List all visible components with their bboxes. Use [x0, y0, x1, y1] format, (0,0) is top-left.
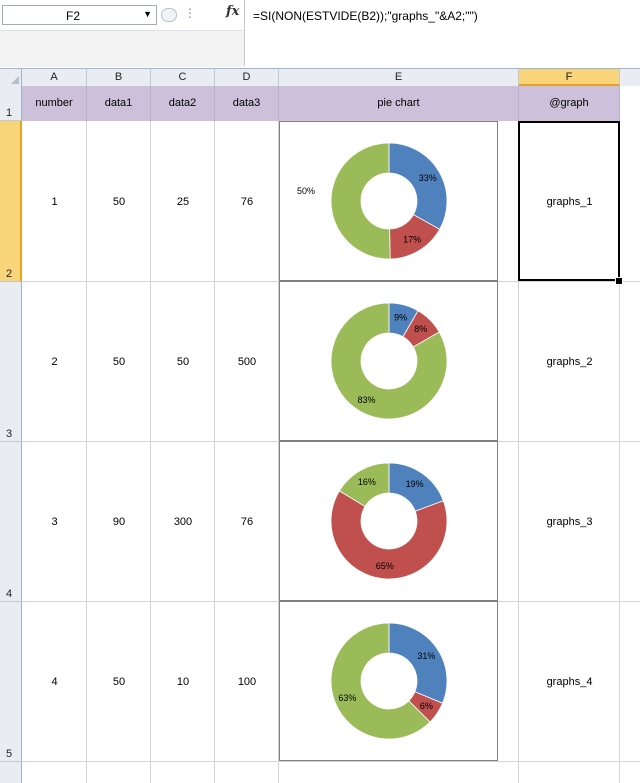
data-label: 19% — [406, 479, 424, 489]
row-header-label: 4 — [6, 588, 13, 600]
column-header-f[interactable]: F — [519, 69, 620, 86]
donut-chart-2[interactable]: 9% 8% 83% — [279, 281, 498, 441]
cell-b2[interactable]: 50 — [87, 196, 151, 208]
cell-f3[interactable]: graphs_2 — [519, 356, 620, 368]
column-header-e[interactable]: E — [279, 69, 519, 86]
data1-slice[interactable] — [388, 142, 448, 230]
cell-b4[interactable]: 90 — [87, 516, 151, 528]
data-label: 65% — [376, 561, 394, 571]
data-label: 8% — [414, 324, 427, 334]
cell-f5[interactable]: graphs_4 — [519, 676, 620, 688]
donut-chart-4[interactable]: 31% 6% 63% — [279, 601, 498, 761]
donut-chart-3[interactable]: 19% 65% 16% — [279, 441, 498, 601]
data-label: 31% — [417, 651, 435, 661]
row-header-3[interactable]: 3 — [0, 282, 22, 442]
row-header-2[interactable]: 2 — [0, 121, 22, 282]
cell-d5[interactable]: 100 — [215, 676, 279, 688]
column-header-c[interactable]: C — [151, 69, 215, 86]
header-cell-g[interactable] — [620, 86, 640, 121]
data1-slice[interactable] — [388, 622, 448, 704]
row-header-1[interactable]: 1 — [0, 86, 22, 121]
fill-handle[interactable] — [615, 277, 623, 285]
cell-c4[interactable]: 300 — [151, 516, 215, 528]
row-header-label: 3 — [6, 428, 13, 440]
select-all-button[interactable] — [0, 69, 22, 86]
data-label: 63% — [338, 693, 356, 703]
row-header-label: 2 — [6, 268, 13, 280]
header-cell-data2[interactable]: data2 — [151, 86, 215, 121]
cell-d3[interactable]: 500 — [215, 356, 279, 368]
name-box[interactable]: F2 ▼ — [2, 5, 157, 25]
data-label: 17% — [403, 235, 421, 245]
insert-function-icon[interactable]: fx — [226, 4, 239, 19]
formula-bar-spacer — [0, 30, 244, 67]
cell-d4[interactable]: 76 — [215, 516, 279, 528]
chevron-down-icon[interactable]: ▼ — [143, 9, 152, 19]
cell-a5[interactable]: 4 — [22, 676, 87, 688]
cell-c3[interactable]: 50 — [151, 356, 215, 368]
column-header-b[interactable]: B — [87, 69, 151, 86]
cell-d2[interactable]: 76 — [215, 196, 279, 208]
name-box-value[interactable]: F2 — [3, 9, 143, 23]
resize-grip-icon[interactable] — [161, 8, 177, 22]
chart-svg: 19% 65% 16% — [330, 462, 448, 580]
cell-f4[interactable]: graphs_3 — [519, 516, 620, 528]
data-label: 9% — [394, 313, 407, 323]
formula-input[interactable]: =SI(NON(ESTVIDE(B2));"graphs_"&A2;"") — [244, 0, 640, 66]
data-label: 83% — [357, 395, 375, 405]
cell-a2[interactable]: 1 — [22, 196, 87, 208]
row-header-4[interactable]: 4 — [0, 442, 22, 602]
cell-b5[interactable]: 50 — [87, 676, 151, 688]
data3-slice[interactable] — [330, 142, 391, 260]
row-header-5[interactable]: 5 — [0, 602, 22, 762]
formula-text[interactable]: =SI(NON(ESTVIDE(B2));"graphs_"&A2;"") — [253, 9, 478, 23]
formula-bar: F2 ▼ ⋮ fx =SI(NON(ESTVIDE(B2));"graphs_"… — [0, 0, 640, 69]
cell-a3[interactable]: 2 — [22, 356, 87, 368]
header-cell-data1[interactable]: data1 — [87, 86, 151, 121]
donut-chart-1[interactable]: 33% 17% 50% — [279, 121, 498, 281]
chart-svg: 9% 8% 83% — [330, 302, 448, 420]
cell-b3[interactable]: 50 — [87, 356, 151, 368]
column-header-g[interactable] — [620, 69, 640, 86]
column-header-d[interactable]: D — [215, 69, 279, 86]
header-cell-number[interactable]: number — [22, 86, 87, 121]
header-cell-pie-chart[interactable]: pie chart — [279, 86, 519, 121]
column-header-a[interactable]: A — [22, 69, 87, 86]
header-cell-data3[interactable]: data3 — [215, 86, 279, 121]
row-header-6[interactable] — [0, 762, 22, 783]
header-cell-graph[interactable]: @graph — [519, 86, 620, 121]
column-header-row: A B C D E F — [0, 69, 640, 87]
cell-a4[interactable]: 3 — [22, 516, 87, 528]
data-label: 50% — [297, 186, 315, 196]
active-cell-border — [518, 121, 620, 281]
chart-svg: 31% 6% 63% — [330, 622, 448, 740]
formula-bar-dots-icon: ⋮ — [184, 6, 197, 20]
data-label: 6% — [420, 701, 433, 711]
row-header-label: 5 — [6, 748, 13, 760]
cell-c5[interactable]: 10 — [151, 676, 215, 688]
cell-c2[interactable]: 25 — [151, 196, 215, 208]
data-label: 16% — [358, 477, 376, 487]
chart-svg: 33% 17% 50% — [297, 142, 448, 260]
row-header-label: 1 — [6, 107, 13, 119]
data-label: 33% — [419, 173, 437, 183]
select-all-icon — [11, 76, 19, 84]
